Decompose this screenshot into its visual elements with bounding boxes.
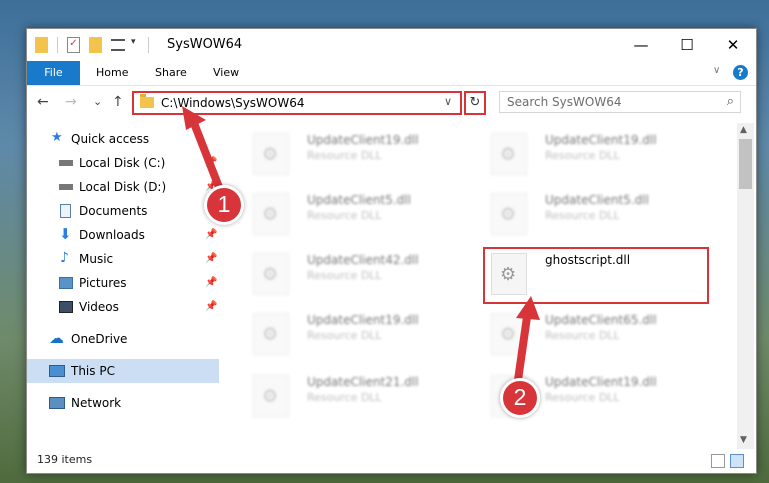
step-2-badge: 2 [500,378,540,418]
arrow-2 [514,296,540,384]
step-1-badge: 1 [204,185,244,225]
annotation-arrows [182,106,540,384]
